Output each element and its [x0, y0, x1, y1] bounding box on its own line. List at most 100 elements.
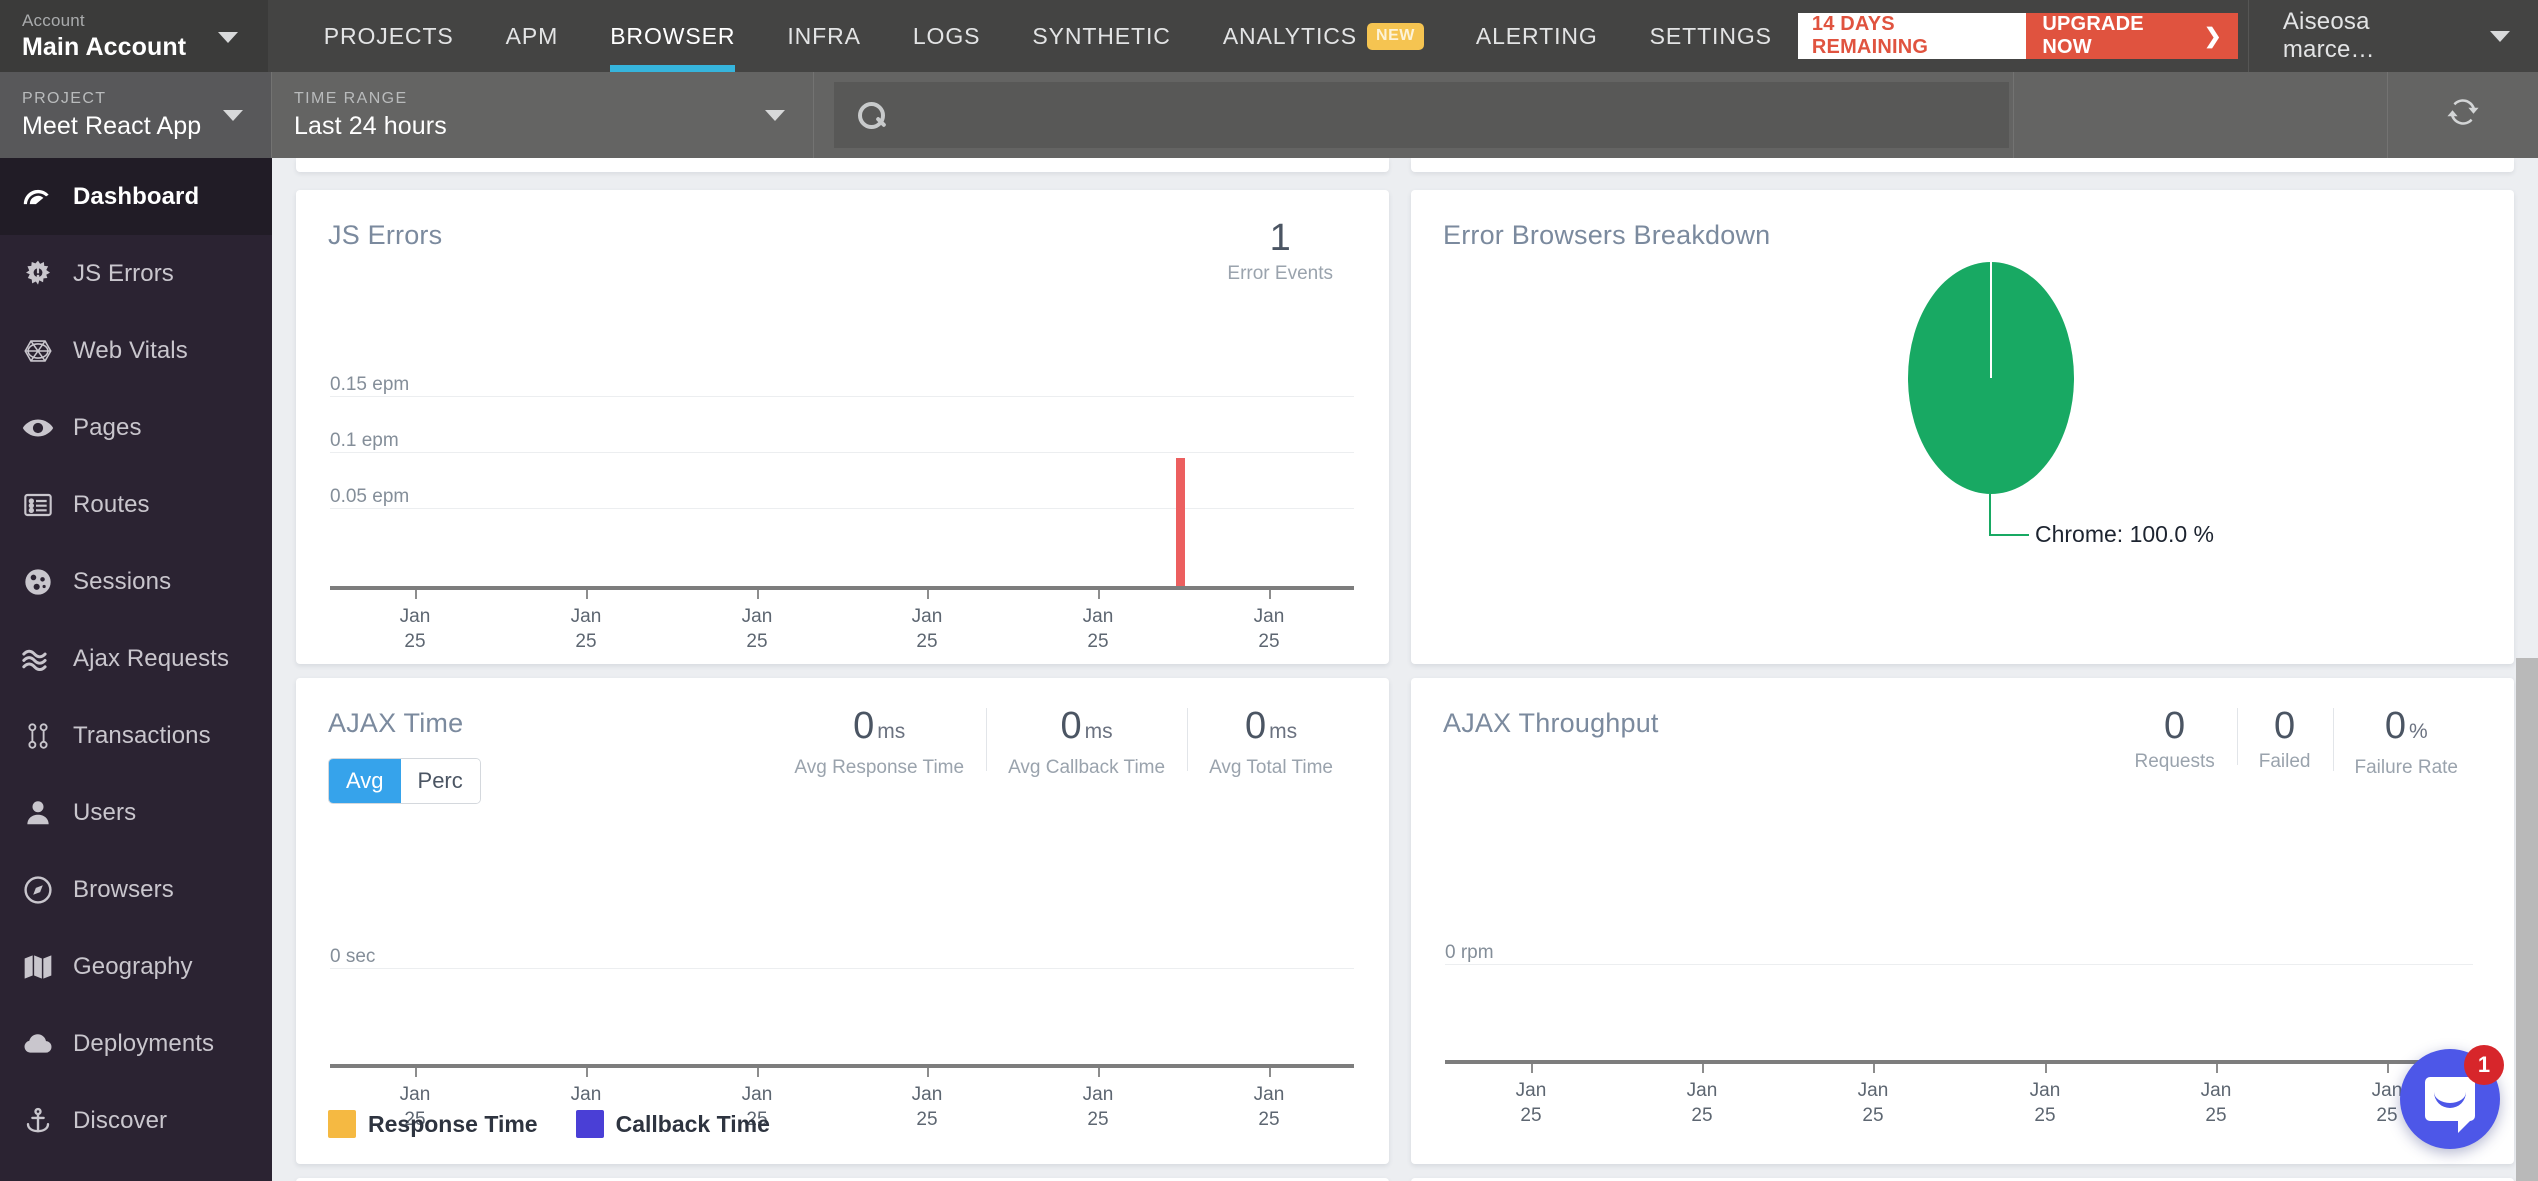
chart-js-errors[interactable]: 0.05 epm 0.1 epm 0.15 epm Jan 25 Jan 25 Jan 25 Ja…	[296, 190, 1389, 664]
legend-item[interactable]: Callback Time	[575, 1110, 770, 1138]
chart-gridline	[1445, 964, 2473, 965]
sidebar-item-label: Routes	[73, 490, 150, 518]
account-selector[interactable]: Account Main Account	[0, 0, 268, 72]
dashboard-row-2: AJAX Time Avg Perc 0 ms Avg Response Time 0 m…	[296, 678, 2514, 1164]
sidebar-item-label: Sessions	[73, 567, 172, 595]
sidebar-item-alerts[interactable]: Alerts	[0, 1159, 272, 1181]
legend-swatch-icon	[575, 1110, 604, 1138]
sidebar-item-label: Deployments	[73, 1029, 215, 1057]
chevron-down-icon	[217, 32, 238, 43]
x-axis-tick	[1098, 590, 1100, 599]
sidebar-item-label: Ajax Requests	[73, 644, 230, 672]
sidebar-item-routes[interactable]: Routes	[0, 466, 272, 543]
nav-tab-apm[interactable]: APM	[480, 0, 585, 72]
nav-tab-infra[interactable]: INFRA	[761, 0, 887, 72]
sphere-icon	[20, 564, 56, 600]
refresh-button[interactable]	[2388, 72, 2538, 158]
refresh-icon	[2446, 95, 2480, 135]
y-axis-tick-label: 0 sec	[330, 946, 376, 967]
legend-label: Response Time	[368, 1110, 538, 1137]
sidebar-item-label: Dashboard	[73, 182, 200, 210]
x-axis-tick	[1702, 1064, 1704, 1073]
sidebar-item-transactions[interactable]: Transactions	[0, 697, 272, 774]
filter-toolbar: PROJECT Meet React App TIME RANGE Last 2…	[0, 72, 2538, 158]
sidebar-item-label: Discover	[73, 1106, 168, 1134]
sidebar-item-label: Browsers	[73, 875, 174, 903]
time-range-value: Last 24 hours	[294, 112, 447, 140]
legend-label: Callback Time	[615, 1110, 770, 1137]
upgrade-now-label: UPGRADE NOW	[2042, 13, 2144, 58]
sidebar-item-browsers[interactable]: Browsers	[0, 851, 272, 928]
y-axis-tick-label: 0.15 epm	[330, 374, 410, 395]
top-right-group: 14 DAYS REMAINING UPGRADE NOW ❯ Aiseosa …	[1797, 0, 2538, 72]
x-axis-tick-label: Jan25	[2200, 1080, 2232, 1126]
hexagon-mesh-icon	[20, 333, 56, 369]
sidebar-item-geography[interactable]: Geography	[0, 928, 272, 1005]
sidebar-item-pages[interactable]: Pages	[0, 389, 272, 466]
sidebar-item-label: Geography	[73, 952, 193, 980]
search-input[interactable]	[834, 82, 2009, 148]
pie-leader-line-horizontal	[1989, 534, 2029, 536]
upgrade-banner[interactable]: 14 DAYS REMAINING UPGRADE NOW ❯	[1797, 13, 2238, 59]
card-ajax-throughput: AJAX Throughput 0 Requests 0 Failed 0% Failur…	[1411, 678, 2514, 1164]
x-axis-tick-label: Jan25	[1857, 1080, 1889, 1126]
map-icon	[20, 949, 56, 985]
x-axis-tick-label: Jan25	[741, 606, 773, 652]
account-name: Main Account	[22, 33, 187, 61]
account-text: Account Main Account	[22, 10, 186, 62]
chevron-down-icon	[2490, 30, 2510, 42]
x-axis-line	[1445, 1060, 2473, 1064]
sidebar-item-dashboard[interactable]: Dashboard	[0, 158, 272, 235]
nav-tab-alerting[interactable]: ALERTING	[1450, 0, 1624, 72]
x-axis-tick	[586, 590, 588, 599]
app-root: Account Main Account PROJECTS APM BROWSER I…	[0, 0, 2538, 1181]
chart-ajax-throughput[interactable]: 0 rpm Jan 25 Jan 25 Jan 25 Jan 25 Jan 25 Jan 25	[1411, 678, 2514, 1164]
sidebar-item-js-errors[interactable]: JS Errors	[0, 235, 272, 312]
nav-tab-label: PROJECTS	[323, 22, 454, 49]
nav-tab-label: INFRA	[787, 22, 861, 49]
upgrade-now-button[interactable]: UPGRADE NOW ❯	[2026, 13, 2238, 59]
chart-bar-error[interactable]	[1176, 458, 1185, 586]
nav-tab-settings[interactable]: SETTINGS	[1624, 0, 1798, 72]
legend-item[interactable]: Response Time	[328, 1110, 538, 1138]
x-axis-tick-label: Jan25	[399, 606, 431, 652]
time-range-selector[interactable]: TIME RANGE Last 24 hours	[272, 72, 814, 158]
nav-tab-analytics[interactable]: ANALYTICS NEW	[1197, 0, 1450, 72]
nav-tab-projects[interactable]: PROJECTS	[298, 0, 480, 72]
unread-badge: 1	[2464, 1045, 2504, 1085]
speedometer-icon	[20, 179, 56, 215]
x-axis-tick-label: Jan25	[2029, 1080, 2061, 1126]
x-axis-tick-label: Jan25	[911, 606, 943, 652]
x-axis-tick-label: Jan25	[1082, 1084, 1114, 1130]
nav-tab-label: BROWSER	[610, 22, 736, 49]
chevron-down-icon	[223, 110, 243, 121]
x-axis-tick-label: Jan25	[1082, 606, 1114, 652]
project-selector[interactable]: PROJECT Meet React App	[0, 72, 272, 158]
chart-ajax-time[interactable]: 0 secJan25Jan25Jan25Jan25Jan25Jan25	[296, 678, 1389, 1164]
x-axis-tick	[2216, 1064, 2218, 1073]
x-axis-tick	[2045, 1064, 2047, 1073]
sidebar-item-label: Transactions	[73, 721, 211, 749]
sidebar-item-ajax-requests[interactable]: Ajax Requests	[0, 620, 272, 697]
nav-tab-browser[interactable]: BROWSER	[584, 0, 761, 72]
x-axis-tick	[1531, 1064, 1533, 1073]
chevron-right-icon: ❯	[2204, 24, 2222, 48]
nav-tab-logs[interactable]: LOGS	[887, 0, 1007, 72]
user-menu[interactable]: Aiseosa marce…	[2247, 0, 2538, 72]
chart-gridline	[330, 508, 1354, 509]
sidebar-item-users[interactable]: Users	[0, 774, 272, 851]
nav-tab-synthetic[interactable]: SYNTHETIC	[1006, 0, 1196, 72]
sidebar-item-discover[interactable]: Discover	[0, 1082, 272, 1159]
sidebar-item-sessions[interactable]: Sessions	[0, 543, 272, 620]
x-axis-tick-label: Jan25	[1253, 1084, 1285, 1130]
main-content: JS Errors 1 Error Events 0.05 epm 0.1 epm…	[272, 158, 2538, 1181]
sidebar-item-deployments[interactable]: Deployments	[0, 1005, 272, 1082]
sidebar-item-web-vitals[interactable]: Web Vitals	[0, 312, 272, 389]
partial-card-row-above	[272, 158, 2538, 172]
sidebar-item-label: Pages	[73, 413, 142, 441]
vertical-scrollbar[interactable]	[2516, 658, 2538, 1181]
trial-days-remaining: 14 DAYS REMAINING	[1797, 13, 2027, 59]
chart-error-browsers-pie[interactable]: Chrome: 100.0 %	[1411, 190, 2514, 664]
intercom-chat-button[interactable]: 1	[2400, 1045, 2504, 1149]
sidebar-item-label: Users	[73, 798, 137, 826]
